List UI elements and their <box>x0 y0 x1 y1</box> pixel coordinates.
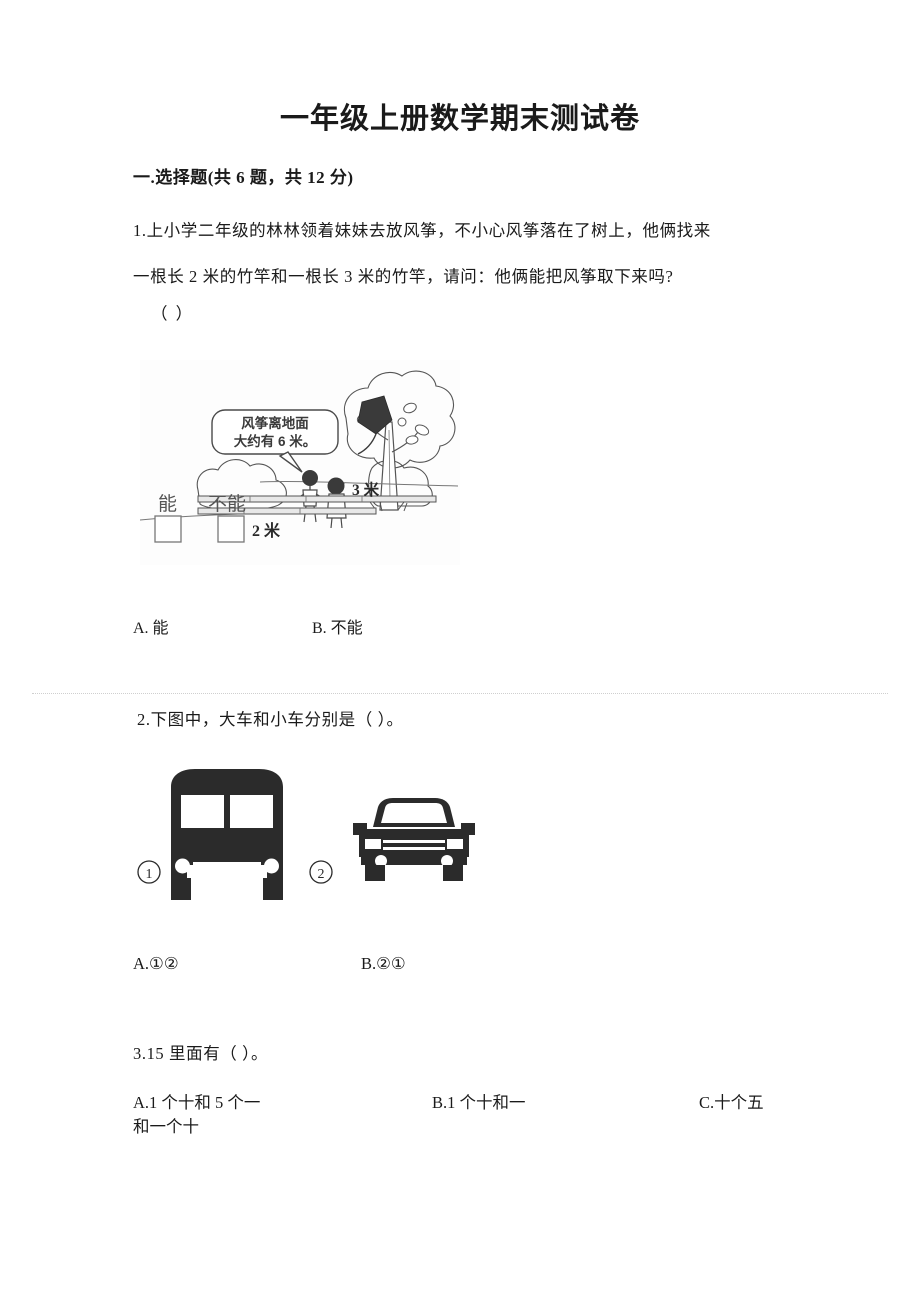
bus-window-left <box>181 795 224 828</box>
question-2-text: 2.下图中，大车和小车分别是（ ）。 <box>137 710 404 729</box>
question-3-option-a[interactable]: A.1 个十和 5 个一 <box>133 1089 260 1113</box>
question-3-option-b[interactable]: B.1 个十和一 <box>432 1089 526 1113</box>
bus-headlight-left <box>175 858 190 874</box>
bus-headlight-right <box>264 858 279 874</box>
question-3-option-a-continued: 和一个十 <box>133 1117 199 1136</box>
bus-grille-stripe-2 <box>193 869 261 873</box>
bus-grille-stripe-1 <box>193 862 261 866</box>
car-shape <box>353 798 475 881</box>
speech-bubble-line-1: 风筝离地面 <box>241 415 309 431</box>
checkbox-label-buneng: 不能 <box>208 493 246 515</box>
question-1-answer-blank[interactable]: （ ） <box>151 300 194 324</box>
checkbox-label-neng: 能 <box>158 493 177 515</box>
question-divider <box>32 693 888 695</box>
bus-and-car-illustration: 1 2 <box>135 765 475 905</box>
car-index-label: 2 <box>309 860 333 884</box>
question-2-option-b[interactable]: B.②① <box>361 954 406 974</box>
question-3-text: 3.15 里面有（ ）。 <box>133 1044 269 1063</box>
svg-text:2: 2 <box>318 867 325 882</box>
question-3-option-c[interactable]: C.十个五 <box>699 1089 764 1113</box>
bus-index-label: 1 <box>137 860 161 884</box>
question-2-option-a[interactable]: A.①② <box>133 954 179 974</box>
pole-label-3m: 3 米 <box>352 480 380 499</box>
svg-text:1: 1 <box>146 867 153 882</box>
pole-label-2m: 2 米 <box>252 521 281 540</box>
question-1-text-line-1: 1.上小学二年级的林林领着妹妹去放风筝，不小心风筝落在了树上，他俩找来 <box>133 221 711 240</box>
section-header: 一.选择题(共 6 题，共 12 分) <box>133 168 354 187</box>
speech-bubble-line-2: 大约有 6 米。 <box>234 433 317 449</box>
question-1-option-a[interactable]: A. 能 <box>133 614 169 638</box>
exam-page: 一年级上册数学期末测试卷 一.选择题(共 6 题，共 12 分) 1.上小学二年… <box>0 0 920 1302</box>
question-1-option-b[interactable]: B. 不能 <box>312 614 363 638</box>
kite-in-tree-illustration: 风筝离地面 大约有 6 米。 3 米 2 米 能 不能 <box>140 360 460 565</box>
question-1-text-line-2: 一根长 2 米的竹竿和一根长 3 米的竹竿，请问：他俩能把风筝取下来吗? <box>133 267 674 286</box>
bus-window-right <box>230 795 273 828</box>
page-title: 一年级上册数学期末测试卷 <box>279 103 640 135</box>
